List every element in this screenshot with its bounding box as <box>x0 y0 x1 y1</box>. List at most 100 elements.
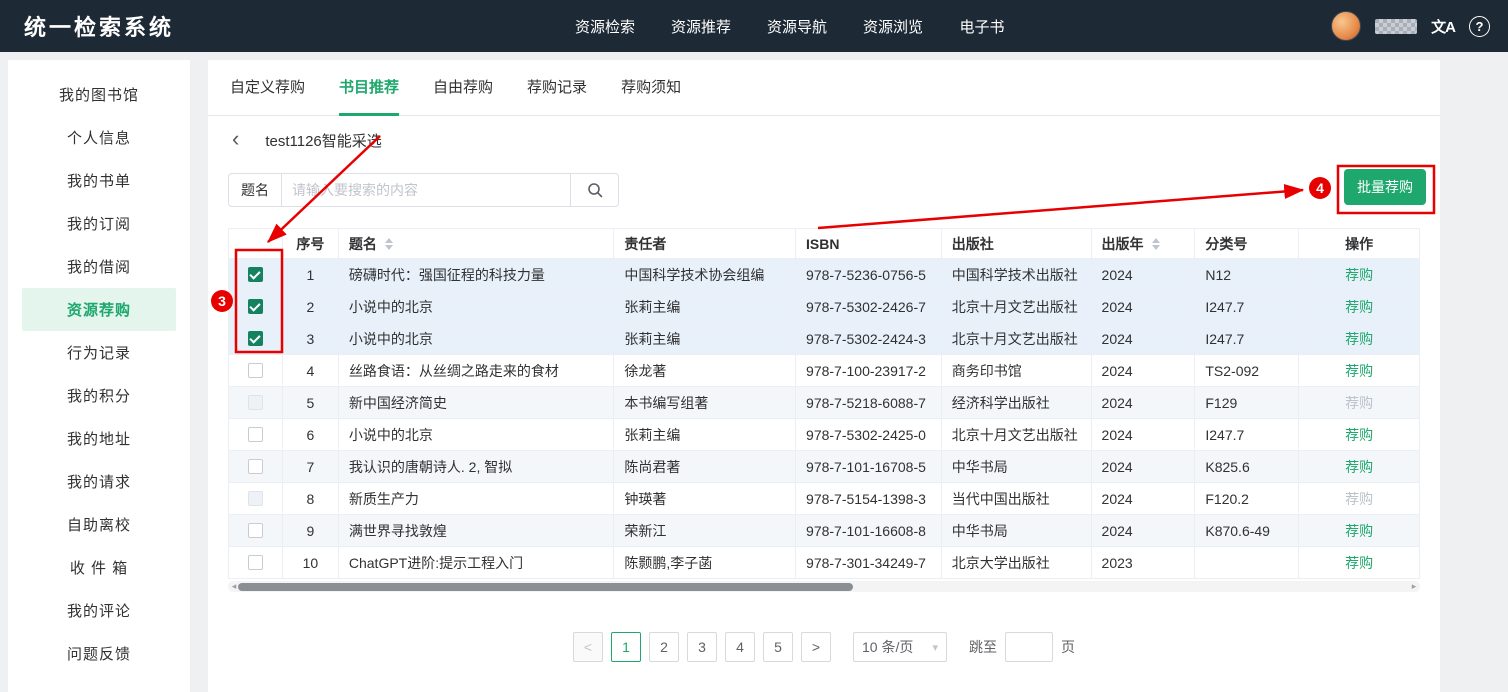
column-header[interactable]: 出版年 <box>1092 229 1196 258</box>
sort-icon[interactable] <box>1152 238 1160 250</box>
recommend-link[interactable]: 荐购 <box>1345 521 1373 541</box>
sidebar-item[interactable]: 我的地址 <box>22 417 176 460</box>
cell-action: 荐购 <box>1299 355 1419 386</box>
scroll-left-arrow[interactable]: ◂ <box>230 582 238 591</box>
cell-year: 2024 <box>1092 323 1196 354</box>
tab[interactable]: 荐购记录 <box>527 60 587 116</box>
page-button[interactable]: 5 <box>763 632 793 662</box>
cell-action: 荐购 <box>1299 547 1419 578</box>
cell-title: 丝路食语：从丝绸之路走来的食材 <box>339 355 614 386</box>
cell-publisher: 中华书局 <box>942 451 1092 482</box>
cell-class-no: I247.7 <box>1195 419 1299 450</box>
tab[interactable]: 自定义荐购 <box>230 60 305 116</box>
back-button[interactable]: ‹ <box>232 128 239 150</box>
recommend-link[interactable]: 荐购 <box>1345 425 1373 445</box>
user-avatar[interactable] <box>1331 11 1361 41</box>
cell-publisher: 中华书局 <box>942 515 1092 546</box>
navbar-link[interactable]: 资源推荐 <box>671 16 731 37</box>
sidebar-item[interactable]: 问题反馈 <box>22 632 176 675</box>
cell-class-no: TS2-092 <box>1195 355 1299 386</box>
sidebar-item[interactable]: 行为记录 <box>22 331 176 374</box>
sort-desc-icon <box>1152 245 1160 250</box>
cell-num: 9 <box>283 515 339 546</box>
sort-icon[interactable] <box>385 238 393 250</box>
search-field-select[interactable]: 题名 <box>228 173 281 207</box>
next-page-button[interactable]: > <box>801 632 831 662</box>
cell-action: 荐购 <box>1299 451 1419 482</box>
sidebar-item[interactable]: 我的借阅 <box>22 245 176 288</box>
recommend-link[interactable]: 荐购 <box>1345 457 1373 477</box>
page-button[interactable]: 2 <box>649 632 679 662</box>
navbar-link[interactable]: 电子书 <box>959 16 1005 37</box>
page-button[interactable]: 3 <box>687 632 717 662</box>
recommend-link[interactable]: 荐购 <box>1345 553 1373 573</box>
scrollbar-thumb[interactable] <box>238 583 853 591</box>
navbar-link[interactable]: 资源导航 <box>767 16 827 37</box>
batch-recommend-button[interactable]: 批量荐购 <box>1344 169 1426 205</box>
page-button[interactable]: 4 <box>725 632 755 662</box>
sidebar-item[interactable]: 我的请求 <box>22 460 176 503</box>
recommend-link[interactable]: 荐购 <box>1345 329 1373 349</box>
row-checkbox[interactable] <box>248 331 263 346</box>
tab[interactable]: 自由荐购 <box>433 60 493 116</box>
table-row: 4丝路食语：从丝绸之路走来的食材徐龙著978-7-100-23917-2商务印书… <box>229 355 1419 387</box>
cell-publisher: 北京十月文艺出版社 <box>942 291 1092 322</box>
sidebar-item[interactable]: 我的书单 <box>22 159 176 202</box>
cell-author: 张莉主编 <box>614 291 796 322</box>
pagination-pages: 12345 <box>611 632 793 662</box>
cell-author: 钟瑛著 <box>614 483 796 514</box>
cell-year: 2024 <box>1092 419 1196 450</box>
table-row: 1磅礴时代：强国征程的科技力量中国科学技术协会组编978-7-5236-0756… <box>229 259 1419 291</box>
scroll-right-arrow[interactable]: ▸ <box>1410 582 1418 591</box>
search-input[interactable] <box>281 173 571 207</box>
cell-action: 荐购 <box>1299 259 1419 290</box>
recommend-link[interactable]: 荐购 <box>1345 361 1373 381</box>
recommend-link[interactable]: 荐购 <box>1345 265 1373 285</box>
sidebar-item[interactable]: 收 件 箱 <box>22 546 176 589</box>
row-checkbox[interactable] <box>248 299 263 314</box>
sidebar-item[interactable]: 个人信息 <box>22 116 176 159</box>
cell-class-no: N12 <box>1195 259 1299 290</box>
cell-isbn: 978-7-5154-1398-3 <box>796 483 942 514</box>
cell-action: 荐购 <box>1299 483 1419 514</box>
table-row: 3小说中的北京张莉主编978-7-5302-2424-3北京十月文艺出版社202… <box>229 323 1419 355</box>
cell-num: 10 <box>283 547 339 578</box>
sidebar-item[interactable]: 自助离校 <box>22 503 176 546</box>
cell-year: 2024 <box>1092 291 1196 322</box>
jump-unit-label: 页 <box>1061 637 1075 657</box>
cell-year: 2024 <box>1092 451 1196 482</box>
row-checkbox[interactable] <box>248 363 263 378</box>
sidebar: 我的图书馆个人信息我的书单我的订阅我的借阅资源荐购行为记录我的积分我的地址我的请… <box>8 60 190 692</box>
prev-page-button[interactable]: < <box>573 632 603 662</box>
row-checkbox <box>248 395 263 410</box>
recommend-link[interactable]: 荐购 <box>1345 297 1373 317</box>
page-size-select[interactable]: 10 条/页 ▾ <box>853 632 947 662</box>
sidebar-item[interactable]: 我的图书馆 <box>22 73 176 116</box>
navbar-link[interactable]: 资源浏览 <box>863 16 923 37</box>
cell-year: 2024 <box>1092 387 1196 418</box>
sidebar-item[interactable]: 资源荐购 <box>22 288 176 331</box>
jump-page-input[interactable] <box>1005 632 1053 662</box>
help-icon[interactable]: ? <box>1469 16 1490 37</box>
sidebar-item[interactable]: 我的评论 <box>22 589 176 632</box>
row-checkbox[interactable] <box>248 267 263 282</box>
horizontal-scrollbar[interactable]: ◂ ▸ <box>228 581 1420 592</box>
row-checkbox[interactable] <box>248 523 263 538</box>
sidebar-item[interactable]: 我的订阅 <box>22 202 176 245</box>
sidebar-item[interactable]: 我的积分 <box>22 374 176 417</box>
navbar-link[interactable]: 资源检索 <box>575 16 635 37</box>
cell-publisher: 当代中国出版社 <box>942 483 1092 514</box>
row-checkbox[interactable] <box>248 459 263 474</box>
tab[interactable]: 荐购须知 <box>621 60 681 116</box>
row-checkbox[interactable] <box>248 555 263 570</box>
table-row: 2小说中的北京张莉主编978-7-5302-2426-7北京十月文艺出版社202… <box>229 291 1419 323</box>
language-icon[interactable]: 文A <box>1431 16 1455 37</box>
column-header[interactable]: 题名 <box>339 229 614 258</box>
page-button[interactable]: 1 <box>611 632 641 662</box>
cell-num: 7 <box>283 451 339 482</box>
tab[interactable]: 书目推荐 <box>339 60 399 116</box>
search-button[interactable] <box>571 173 619 207</box>
cell-num: 5 <box>283 387 339 418</box>
username-redacted[interactable] <box>1375 19 1417 34</box>
row-checkbox[interactable] <box>248 427 263 442</box>
